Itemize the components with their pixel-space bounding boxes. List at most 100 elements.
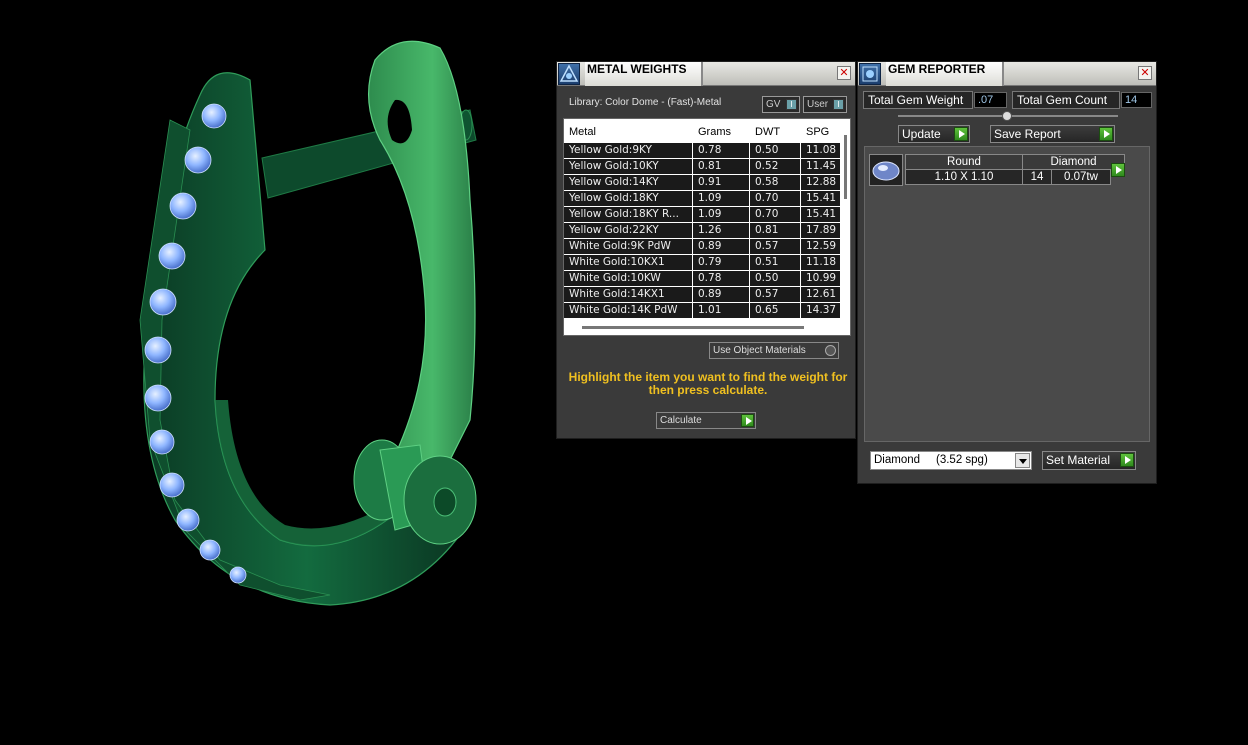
grams-cell: 1.09 bbox=[698, 192, 722, 204]
grams-cell: 0.81 bbox=[698, 160, 722, 172]
gem-material: Diamond bbox=[1022, 154, 1125, 170]
grams-cell: 0.78 bbox=[698, 144, 722, 156]
spg-cell: 11.45 bbox=[806, 160, 837, 172]
metal-weights-titlebar[interactable]: METAL WEIGHTS ✕ bbox=[557, 62, 855, 86]
table-row[interactable]: White Gold:14KX1 0.89 0.57 12.61 bbox=[564, 287, 840, 303]
total-gem-weight-value: .07 bbox=[974, 92, 1007, 108]
total-gem-count-value: 14 bbox=[1121, 92, 1152, 108]
table-row[interactable]: White Gold:10KX1 0.79 0.51 11.18 bbox=[564, 255, 840, 271]
update-arrow-icon bbox=[954, 127, 968, 141]
gem-list: Round Diamond 1.10 X 1.10 14 0.07tw bbox=[864, 146, 1150, 442]
metal-table-header: Metal Grams DWT SPG bbox=[564, 120, 840, 142]
gem-shape: Round bbox=[905, 154, 1023, 170]
table-row[interactable]: Yellow Gold:18KY R... 1.09 0.70 15.41 bbox=[564, 207, 840, 223]
spg-cell: 12.88 bbox=[806, 176, 837, 188]
col-dwt[interactable]: DWT bbox=[755, 126, 780, 138]
table-row[interactable]: White Gold:14K PdW 1.01 0.65 14.37 bbox=[564, 303, 840, 319]
gv-toggle-icon: I bbox=[786, 99, 797, 110]
grams-cell: 1.01 bbox=[698, 304, 722, 316]
gem-reporter-close-icon[interactable]: ✕ bbox=[1138, 66, 1152, 80]
spg-cell: 17.89 bbox=[806, 224, 837, 236]
grams-cell: 1.09 bbox=[698, 208, 722, 220]
dwt-cell: 0.57 bbox=[755, 288, 779, 300]
gem-weight: 0.07tw bbox=[1051, 169, 1111, 185]
metal-name-cell: White Gold:14K PdW bbox=[569, 304, 678, 316]
dwt-cell: 0.65 bbox=[755, 304, 779, 316]
dwt-cell: 0.50 bbox=[755, 272, 779, 284]
gem-reporter-panel: GEM REPORTER ✕ Total Gem Weight .07 Tota… bbox=[857, 61, 1157, 484]
splitter-handle-icon[interactable] bbox=[1002, 111, 1012, 121]
table-row[interactable]: Yellow Gold:9KY 0.78 0.50 11.08 bbox=[564, 143, 840, 159]
spg-cell: 15.41 bbox=[806, 192, 837, 204]
metal-weights-close-icon[interactable]: ✕ bbox=[837, 66, 851, 80]
metal-weights-icon bbox=[558, 63, 580, 85]
metal-name-cell: White Gold:14KX1 bbox=[569, 288, 665, 300]
table-row[interactable]: White Gold:9K PdW 0.89 0.57 12.59 bbox=[564, 239, 840, 255]
material-select[interactable]: Diamond (3.52 spg) bbox=[870, 451, 1032, 470]
metal-name-cell: Yellow Gold:18KY R... bbox=[569, 208, 679, 220]
splitter[interactable] bbox=[898, 111, 1118, 121]
3d-viewport[interactable] bbox=[0, 0, 556, 745]
spg-cell: 14.37 bbox=[806, 304, 837, 316]
gem-reporter-title: GEM REPORTER bbox=[886, 62, 1004, 86]
earring-model bbox=[139, 40, 477, 606]
total-gem-count-label: Total Gem Count bbox=[1012, 91, 1120, 109]
table-vertical-scrollbar[interactable] bbox=[844, 135, 847, 199]
metal-name-cell: Yellow Gold:18KY bbox=[569, 192, 659, 204]
dwt-cell: 0.58 bbox=[755, 176, 779, 188]
dwt-cell: 0.51 bbox=[755, 256, 779, 268]
chevron-down-icon[interactable] bbox=[1015, 453, 1030, 468]
metal-name-cell: Yellow Gold:10KY bbox=[569, 160, 659, 172]
dwt-cell: 0.81 bbox=[755, 224, 779, 236]
metal-name-cell: Yellow Gold:9KY bbox=[569, 144, 652, 156]
user-toggle[interactable]: User I bbox=[803, 96, 847, 113]
table-row[interactable]: Yellow Gold:14KY 0.91 0.58 12.88 bbox=[564, 175, 840, 191]
gv-toggle[interactable]: GV I bbox=[762, 96, 800, 113]
metal-weights-title: METAL WEIGHTS bbox=[585, 62, 703, 86]
metal-name-cell: White Gold:10KX1 bbox=[569, 256, 665, 268]
gem-thumbnail-icon[interactable] bbox=[869, 154, 903, 186]
total-gem-weight-label: Total Gem Weight bbox=[863, 91, 973, 109]
calculate-button[interactable]: Calculate bbox=[656, 412, 756, 429]
col-metal[interactable]: Metal bbox=[569, 126, 596, 138]
grams-cell: 0.89 bbox=[698, 240, 722, 252]
spg-cell: 12.59 bbox=[806, 240, 837, 252]
save-report-button[interactable]: Save Report bbox=[990, 125, 1115, 143]
dwt-cell: 0.50 bbox=[755, 144, 779, 156]
metal-name-cell: White Gold:10KW bbox=[569, 272, 661, 284]
instruction-text: Highlight the item you want to find the … bbox=[568, 370, 848, 397]
table-row[interactable]: Yellow Gold:22KY 1.26 0.81 17.89 bbox=[564, 223, 840, 239]
metal-name-cell: Yellow Gold:22KY bbox=[569, 224, 659, 236]
gem-row[interactable]: Round Diamond 1.10 X 1.10 14 0.07tw bbox=[905, 154, 1125, 186]
table-horizontal-scrollbar[interactable] bbox=[582, 326, 804, 329]
spg-cell: 11.18 bbox=[806, 256, 837, 268]
metal-weights-panel: METAL WEIGHTS ✕ Library: Color Dome - (F… bbox=[556, 61, 856, 439]
dwt-cell: 0.70 bbox=[755, 192, 779, 204]
set-material-arrow-icon bbox=[1120, 453, 1134, 467]
dwt-cell: 0.52 bbox=[755, 160, 779, 172]
dwt-cell: 0.57 bbox=[755, 240, 779, 252]
metal-name-cell: Yellow Gold:14KY bbox=[569, 176, 659, 188]
spg-cell: 15.41 bbox=[806, 208, 837, 220]
grams-cell: 0.89 bbox=[698, 288, 722, 300]
grams-cell: 0.79 bbox=[698, 256, 722, 268]
user-toggle-icon: I bbox=[833, 99, 844, 110]
update-button[interactable]: Update bbox=[898, 125, 970, 143]
set-material-button[interactable]: Set Material bbox=[1042, 451, 1136, 470]
gem-row-arrow-icon[interactable] bbox=[1111, 163, 1125, 177]
library-label: Library: Color Dome - (Fast)-Metal bbox=[569, 97, 722, 108]
save-report-arrow-icon bbox=[1099, 127, 1113, 141]
gem-count: 14 bbox=[1022, 169, 1052, 185]
gem-reporter-titlebar[interactable]: GEM REPORTER ✕ bbox=[858, 62, 1156, 86]
grams-cell: 0.78 bbox=[698, 272, 722, 284]
metal-name-cell: White Gold:9K PdW bbox=[569, 240, 671, 252]
gem-size: 1.10 X 1.10 bbox=[905, 169, 1023, 185]
table-row[interactable]: Yellow Gold:10KY 0.81 0.52 11.45 bbox=[564, 159, 840, 175]
spg-cell: 10.99 bbox=[806, 272, 837, 284]
col-spg[interactable]: SPG bbox=[806, 126, 829, 138]
table-row[interactable]: Yellow Gold:18KY 1.09 0.70 15.41 bbox=[564, 191, 840, 207]
col-grams[interactable]: Grams bbox=[698, 126, 731, 138]
table-row[interactable]: White Gold:10KW 0.78 0.50 10.99 bbox=[564, 271, 840, 287]
use-object-materials-toggle[interactable]: Use Object Materials bbox=[709, 342, 839, 359]
metal-table[interactable]: Metal Grams DWT SPG Yellow Gold:9KY 0.78 0… bbox=[563, 118, 851, 336]
